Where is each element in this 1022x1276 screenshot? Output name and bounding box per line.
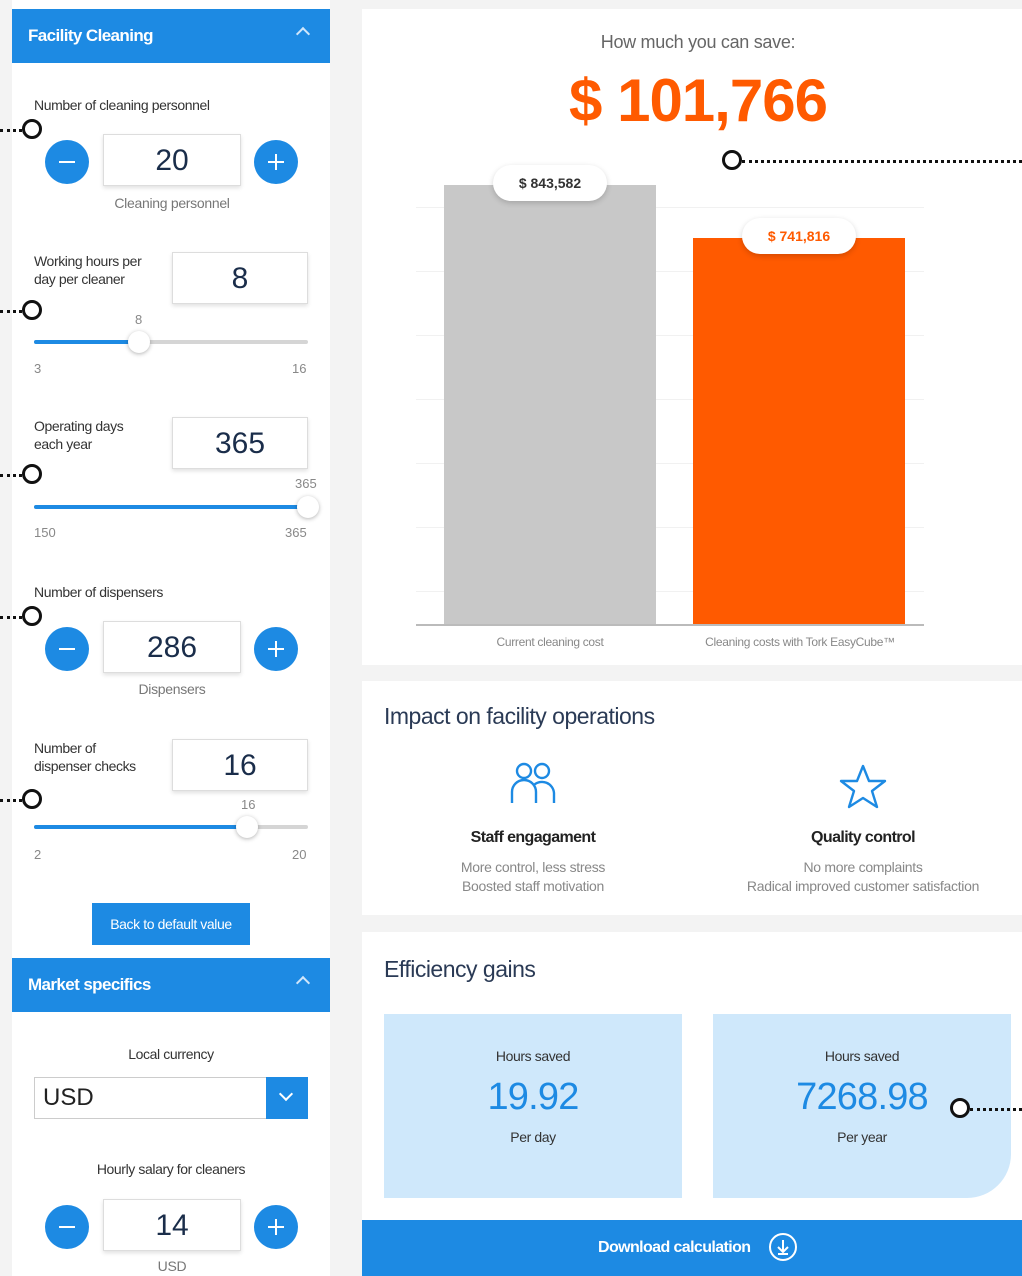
- savings-amount: $ 101,766: [569, 67, 828, 134]
- salary-increment-button[interactable]: [254, 1205, 298, 1249]
- callout-dot: [22, 464, 42, 484]
- facility-cleaning-header[interactable]: Facility Cleaning: [12, 9, 330, 63]
- days-min: 150: [34, 525, 56, 540]
- hours-max: 16: [292, 361, 307, 376]
- efficiency-value: 19.92: [487, 1076, 579, 1118]
- callout-line: [970, 1108, 1022, 1111]
- personnel-sublabel: Cleaning personnel: [114, 195, 230, 211]
- salary-decrement-button[interactable]: [45, 1205, 89, 1249]
- dispensers-label: Number of dispensers: [34, 584, 163, 600]
- days-slider-fill: [34, 505, 308, 509]
- personnel-increment-button[interactable]: [254, 140, 298, 184]
- market-specifics-header[interactable]: Market specifics: [12, 958, 330, 1012]
- x-axis: [416, 624, 924, 626]
- impact-item-line: Boosted staff motivation: [462, 878, 604, 894]
- currency-select[interactable]: USD: [34, 1077, 308, 1119]
- bar-value-label-current: $ 843,582: [493, 165, 607, 202]
- checks-input[interactable]: 16: [172, 739, 308, 791]
- hours-slider-value: 8: [135, 312, 143, 327]
- impact-card: Impact on facility operations Staff enga…: [362, 681, 1022, 915]
- impact-title: Impact on facility operations: [384, 703, 655, 729]
- days-label: Operating days each year: [34, 418, 124, 452]
- download-button[interactable]: Download calculation: [362, 1220, 1022, 1276]
- facility-cleaning-title: Facility Cleaning: [28, 26, 153, 45]
- callout-line: [742, 160, 1022, 163]
- callout-line: [0, 616, 22, 619]
- dispensers-sublabel: Dispensers: [138, 681, 206, 697]
- people-icon: [508, 759, 560, 816]
- days-slider-value: 365: [295, 476, 317, 491]
- days-slider[interactable]: [34, 496, 319, 518]
- savings-heading: How much you can save:: [600, 32, 796, 52]
- callout-dot: [950, 1098, 970, 1118]
- days-max: 365: [285, 525, 307, 540]
- efficiency-title: Efficiency gains: [384, 956, 536, 982]
- chevron-down-icon[interactable]: [266, 1077, 308, 1119]
- efficiency-unit: Per day: [510, 1129, 556, 1145]
- salary-sublabel: USD: [157, 1258, 187, 1274]
- hours-label: Working hours per day per cleaner: [34, 253, 142, 287]
- impact-item-title: Staff engagament: [470, 829, 596, 846]
- chevron-up-icon[interactable]: [295, 975, 311, 991]
- checks-label: Number of dispenser checks: [34, 740, 136, 774]
- currency-value: USD: [43, 1084, 94, 1111]
- dispensers-input[interactable]: 286: [103, 621, 241, 673]
- callout-dot: [22, 300, 42, 320]
- hours-min: 3: [34, 361, 42, 376]
- impact-item-line: Radical improved customer satisfaction: [746, 878, 980, 894]
- reset-default-button[interactable]: Back to default value: [92, 903, 250, 945]
- efficiency-label: Hours saved: [495, 1048, 571, 1064]
- callout-line: [0, 129, 22, 132]
- efficiency-card-per-day: Hours saved 19.92 Per day: [384, 1014, 682, 1198]
- calculator-panel: Facility Cleaning Number of cleaning per…: [12, 0, 330, 1276]
- bar-current-cost: [444, 185, 656, 624]
- download-label: Download calculation: [598, 1239, 751, 1256]
- category-label-current: Current cleaning cost: [496, 635, 604, 649]
- hours-slider-thumb[interactable]: [128, 331, 151, 353]
- hours-slider[interactable]: [34, 331, 308, 353]
- star-icon: [838, 763, 888, 816]
- hours-input[interactable]: 8: [172, 252, 308, 304]
- hours-slider-fill: [34, 340, 140, 344]
- checks-max: 20: [292, 847, 307, 862]
- personnel-input[interactable]: 20: [103, 134, 241, 186]
- callout-line: [0, 799, 22, 802]
- checks-slider[interactable]: [34, 816, 308, 838]
- market-specifics-title: Market specifics: [28, 975, 151, 994]
- bar-easycube-cost: [693, 238, 905, 624]
- days-slider-thumb[interactable]: [297, 496, 319, 518]
- days-input[interactable]: 365: [172, 417, 308, 469]
- callout-dot: [722, 150, 742, 170]
- chevron-up-icon[interactable]: [295, 26, 311, 42]
- callout-dot: [22, 789, 42, 809]
- salary-input[interactable]: 14: [103, 1199, 241, 1251]
- checks-slider-fill: [34, 825, 248, 829]
- checks-slider-thumb[interactable]: [236, 816, 259, 838]
- personnel-label: Number of cleaning personnel: [34, 97, 210, 113]
- callout-line: [0, 474, 22, 477]
- checks-min: 2: [34, 847, 42, 862]
- category-label-easycube: Cleaning costs with Tork EasyCube™: [705, 635, 895, 649]
- dispensers-increment-button[interactable]: [254, 627, 298, 671]
- salary-label: Hourly salary for cleaners: [96, 1161, 246, 1177]
- efficiency-label: Hours saved: [824, 1048, 900, 1064]
- personnel-decrement-button[interactable]: [45, 140, 89, 184]
- efficiency-unit: Per year: [837, 1129, 887, 1145]
- callout-line: [0, 310, 22, 313]
- checks-slider-value: 16: [241, 797, 256, 812]
- download-icon: [768, 1232, 798, 1267]
- impact-item-line: More control, less stress: [460, 859, 606, 875]
- dispensers-decrement-button[interactable]: [45, 627, 89, 671]
- impact-item-title: Quality control: [811, 829, 916, 846]
- bar-value-label-easycube: $ 741,816: [742, 218, 856, 255]
- callout-dot: [22, 119, 42, 139]
- currency-label: Local currency: [128, 1046, 214, 1062]
- callout-dot: [22, 606, 42, 626]
- impact-item-line: No more complaints: [803, 859, 923, 875]
